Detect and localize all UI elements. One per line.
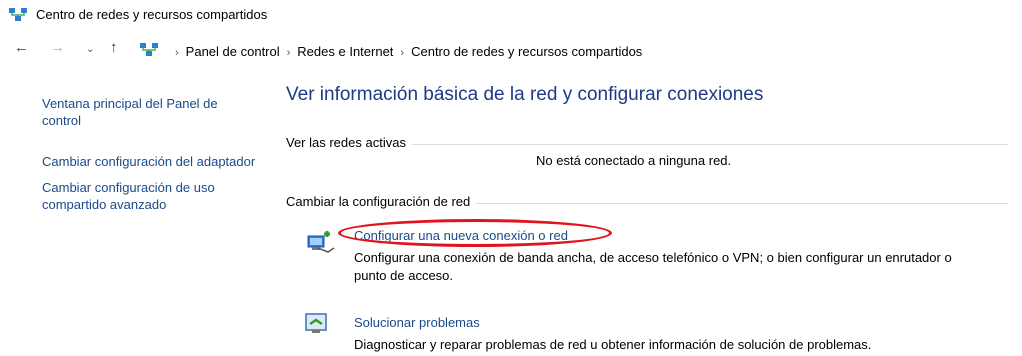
up-arrow-icon[interactable]: ↑ [110, 40, 118, 56]
forward-arrow-icon[interactable]: → [50, 40, 65, 56]
address-bar: ← → ⌄ ↑ › Panel de control › Redes e Intern… [0, 36, 1022, 62]
sidebar-link-control-panel-home[interactable]: Ventana principal del Panel de control [42, 95, 257, 129]
breadcrumb-item-network-internet[interactable]: Redes e Internet [297, 44, 393, 59]
troubleshoot-icon [304, 312, 330, 341]
breadcrumb-separator-icon: › [286, 47, 291, 59]
change-settings-section: Cambiar la configuración de red [286, 194, 1008, 210]
network-center-icon [140, 43, 158, 62]
sidebar-link-advanced-sharing-settings[interactable]: Cambiar configuración de uso compartido … [42, 179, 257, 213]
back-arrow-icon[interactable]: ← [14, 40, 29, 56]
breadcrumb-item-panel[interactable]: Panel de control [186, 44, 280, 59]
highlight-annotation [338, 219, 612, 247]
active-networks-section: Ver las redes activas [286, 135, 1008, 151]
sidebar: Ventana principal del Panel de control C… [42, 95, 257, 213]
network-center-icon [9, 8, 27, 27]
breadcrumb-separator-icon: › [400, 47, 405, 59]
section-label: Cambiar la configuración de red [286, 194, 477, 209]
connection-status: No está conectado a ninguna red. [536, 153, 732, 168]
troubleshoot-link[interactable]: Solucionar problemas [354, 315, 480, 330]
title-bar: Centro de redes y recursos compartidos [0, 0, 1022, 28]
page-title: Ver información básica de la red y confi… [286, 84, 764, 105]
chevron-down-icon[interactable]: ⌄ [86, 42, 94, 58]
breadcrumb-item-network-center[interactable]: Centro de redes y recursos compartidos [411, 44, 642, 59]
sidebar-link-change-adapter-settings[interactable]: Cambiar configuración del adaptador [42, 153, 257, 170]
breadcrumb-separator-icon: › [175, 47, 179, 59]
setup-new-connection-description: Configurar una conexión de banda ancha, … [354, 250, 952, 283]
section-label: Ver las redes activas [286, 135, 412, 150]
window-title: Centro de redes y recursos compartidos [36, 7, 268, 22]
breadcrumb: › Panel de control › Redes e Internet › Centr… [168, 44, 642, 59]
new-connection-icon [304, 226, 336, 261]
troubleshoot-description: Diagnosticar y reparar problemas de red … [354, 337, 872, 352]
